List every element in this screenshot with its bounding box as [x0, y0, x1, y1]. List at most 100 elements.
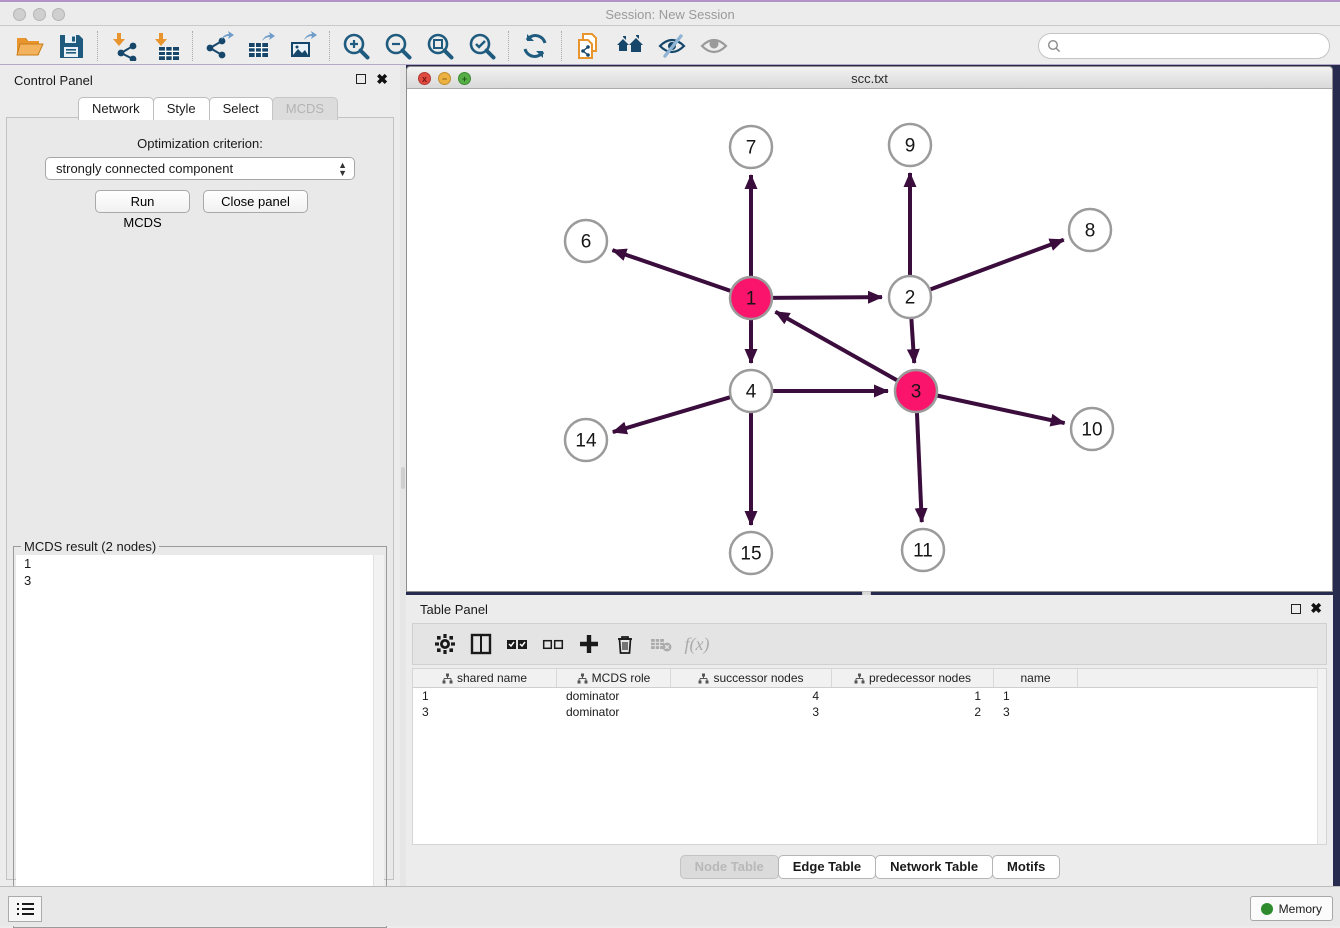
result-lines: 13: [16, 555, 384, 589]
refresh-view-icon[interactable]: [514, 29, 556, 63]
show-all-networks-icon[interactable]: [609, 29, 651, 63]
column-header-successor-nodes[interactable]: successor nodes: [671, 669, 832, 687]
save-session-icon[interactable]: [50, 29, 92, 63]
column-settings-icon[interactable]: [427, 630, 463, 658]
open-file-icon[interactable]: [8, 29, 50, 63]
export-table-icon[interactable]: [240, 29, 282, 63]
memory-button[interactable]: Memory: [1250, 896, 1333, 921]
tab-node-table[interactable]: Node Table: [680, 855, 779, 879]
column-header-name[interactable]: name: [994, 669, 1078, 687]
cell-successor-nodes[interactable]: 4: [671, 688, 832, 704]
run-mcds-button[interactable]: Run MCDS: [95, 190, 190, 213]
delete-table-icon[interactable]: [643, 630, 679, 658]
node-2[interactable]: 2: [889, 276, 931, 318]
table-row[interactable]: 3dominator323: [413, 704, 1326, 720]
control-panel-header: Control Panel ✖: [0, 65, 400, 95]
node-8[interactable]: 8: [1069, 209, 1111, 251]
node-15[interactable]: 15: [730, 532, 772, 574]
network-window-titlebar[interactable]: x − + scc.txt: [407, 67, 1332, 89]
cell-name[interactable]: 3: [994, 704, 1078, 720]
node-6[interactable]: 6: [565, 220, 607, 262]
tab-mcds[interactable]: MCDS: [272, 97, 338, 120]
cell-shared-name[interactable]: 1: [413, 688, 557, 704]
column-header-shared-name[interactable]: shared name: [413, 669, 557, 687]
cell-MCDS-role[interactable]: dominator: [557, 688, 671, 704]
mcds-result-group: MCDS result (2 nodes) 13: [13, 546, 387, 928]
cell-name[interactable]: 1: [994, 688, 1078, 704]
network-canvas[interactable]: 7 9 6 8 1 2 4 3 14 10 15 11: [407, 89, 1332, 591]
tab-select[interactable]: Select: [209, 97, 273, 120]
import-table-icon[interactable]: [145, 29, 187, 63]
control-panel-title: Control Panel: [14, 73, 93, 88]
export-network-icon[interactable]: [198, 29, 240, 63]
deselect-all-icon[interactable]: [535, 630, 571, 658]
show-hidden-icon[interactable]: [693, 29, 735, 63]
svg-text:14: 14: [575, 431, 597, 452]
tab-network-table[interactable]: Network Table: [875, 855, 993, 879]
cell-shared-name[interactable]: 3: [413, 704, 557, 720]
tab-network[interactable]: Network: [78, 97, 154, 120]
edge-2-8[interactable]: [928, 240, 1064, 291]
edge-3-1[interactable]: [775, 312, 899, 382]
node-3[interactable]: 3: [895, 370, 937, 412]
zoom-in-icon[interactable]: [335, 29, 377, 63]
close-panel-icon[interactable]: ✖: [376, 74, 388, 84]
mcds-result-list[interactable]: 13: [16, 555, 384, 925]
table-scrollbar[interactable]: [1317, 669, 1326, 844]
add-row-icon[interactable]: [571, 630, 607, 658]
edge-3-10[interactable]: [935, 395, 1065, 423]
tab-style[interactable]: Style: [153, 97, 210, 120]
node-7[interactable]: 7: [730, 126, 772, 168]
zoom-selected-icon[interactable]: [461, 29, 503, 63]
close-panel-button[interactable]: Close panel: [203, 190, 308, 213]
result-scrollbar[interactable]: [373, 555, 384, 925]
criterion-select[interactable]: strongly connected component ▲▼: [45, 157, 355, 180]
delete-row-icon[interactable]: [607, 630, 643, 658]
task-history-button[interactable]: [8, 896, 42, 922]
svg-text:1: 1: [746, 289, 757, 310]
splitter-grip[interactable]: [401, 467, 405, 489]
svg-text:11: 11: [913, 541, 933, 562]
mdi-desktop: x − + scc.txt 7968124314101511 Table Pan…: [406, 65, 1340, 886]
node-10[interactable]: 10: [1071, 408, 1113, 450]
node-14[interactable]: 14: [565, 419, 607, 461]
toolbar-separator: [561, 31, 562, 61]
node-9[interactable]: 9: [889, 124, 931, 166]
column-header-predecessor-nodes[interactable]: predecessor nodes: [832, 669, 994, 687]
zoom-fit-icon[interactable]: [419, 29, 461, 63]
edge-1-2[interactable]: [770, 297, 882, 298]
cell-predecessor-nodes[interactable]: 1: [832, 688, 994, 704]
export-image-icon[interactable]: [282, 29, 324, 63]
duplicate-network-icon[interactable]: [567, 29, 609, 63]
node-11[interactable]: 11: [902, 529, 944, 571]
table-row[interactable]: 1dominator411: [413, 688, 1326, 704]
node-4[interactable]: 4: [730, 370, 772, 412]
zoom-out-icon[interactable]: [377, 29, 419, 63]
cell-MCDS-role[interactable]: dominator: [557, 704, 671, 720]
cell-predecessor-nodes[interactable]: 2: [832, 704, 994, 720]
cell-successor-nodes[interactable]: 3: [671, 704, 832, 720]
float-panel-icon[interactable]: [356, 74, 366, 84]
hide-selected-icon[interactable]: [651, 29, 693, 63]
node-1[interactable]: 1: [730, 277, 772, 319]
search-input[interactable]: [1061, 39, 1329, 54]
task-list-icon: [16, 902, 34, 916]
table-float-icon[interactable]: [1291, 604, 1301, 614]
edge-4-14[interactable]: [613, 396, 733, 432]
edge-1-6[interactable]: [612, 250, 733, 292]
edge-2-3[interactable]: [911, 316, 914, 363]
table-close-icon[interactable]: ✖: [1310, 603, 1322, 613]
import-network-icon[interactable]: [103, 29, 145, 63]
select-all-icon[interactable]: [499, 630, 535, 658]
node-table[interactable]: shared nameMCDS rolesuccessor nodesprede…: [412, 668, 1327, 845]
edge-3-11[interactable]: [917, 410, 922, 522]
column-panel-icon[interactable]: [463, 630, 499, 658]
column-header-MCDS-role[interactable]: MCDS role: [557, 669, 671, 687]
tab-edge-table[interactable]: Edge Table: [778, 855, 876, 879]
tab-motifs[interactable]: Motifs: [992, 855, 1060, 879]
network-graph[interactable]: 7 9 6 8 1 2 4 3 14 10 15 11: [407, 89, 1332, 591]
svg-text:7: 7: [746, 138, 757, 159]
function-builder-icon[interactable]: f(x): [679, 630, 715, 658]
svg-text:10: 10: [1081, 420, 1102, 441]
toolbar-separator: [329, 31, 330, 61]
